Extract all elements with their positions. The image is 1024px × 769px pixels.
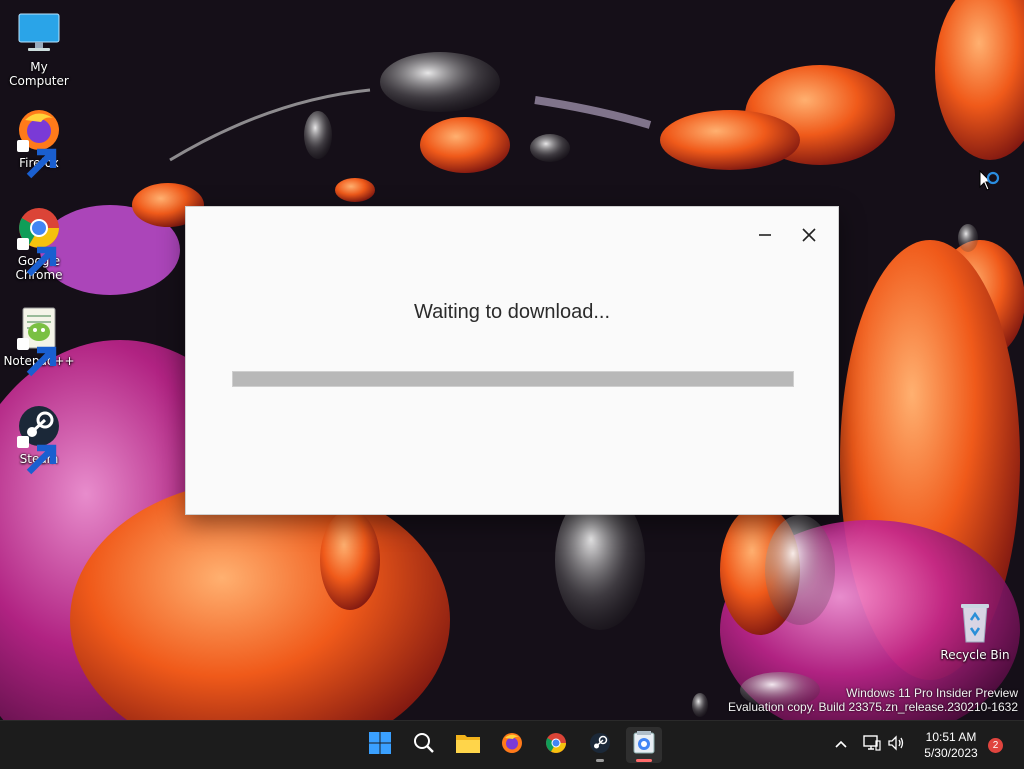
- windows-watermark: Windows 11 Pro Insider Preview Evaluatio…: [728, 686, 1018, 714]
- monitor-icon: [15, 10, 63, 58]
- minimize-icon: [758, 227, 772, 246]
- folder-icon: [455, 732, 481, 758]
- chrome-icon: [15, 204, 63, 277]
- desktop-icon-label: Recycle Bin: [940, 648, 1010, 662]
- taskbar-installer[interactable]: [626, 727, 662, 763]
- desktop-icon-steam[interactable]: Steam: [1, 402, 77, 475]
- taskbar-steam[interactable]: [582, 727, 618, 763]
- installer-icon: [631, 730, 657, 760]
- steam-icon: [588, 731, 612, 759]
- watermark-line-edition: Windows 11 Pro Insider Preview: [846, 686, 1018, 700]
- shortcut-arrow-icon: [17, 238, 57, 277]
- firefox-icon: [15, 106, 63, 179]
- shortcut-arrow-icon: [17, 436, 57, 475]
- steam-icon: [15, 402, 63, 475]
- active-indicator: [636, 759, 652, 762]
- chrome-icon: [544, 731, 568, 759]
- close-icon: [802, 227, 816, 246]
- notification-badge[interactable]: 2: [988, 738, 1003, 753]
- notepadpp-icon: [15, 304, 63, 377]
- search-icon: [412, 731, 436, 759]
- shortcut-arrow-icon: [17, 140, 57, 179]
- desktop-icon-recycle-bin[interactable]: Recycle Bin: [937, 598, 1013, 662]
- taskbar: 10:51 AM 5/30/2023 2: [0, 720, 1024, 769]
- desktop-icon-notepadpp[interactable]: Notepad++: [1, 304, 77, 377]
- shortcut-arrow-icon: [17, 338, 57, 377]
- chevron-up-icon: [834, 736, 848, 755]
- busy-cursor-icon: [979, 169, 1005, 202]
- desktop-icon-firefox[interactable]: Firefox: [1, 106, 77, 179]
- running-indicator: [596, 759, 604, 762]
- taskbar-file-explorer[interactable]: [450, 727, 486, 763]
- taskbar-clock[interactable]: 10:51 AM 5/30/2023: [914, 729, 988, 761]
- desktop-icon-my-computer[interactable]: My Computer: [1, 10, 77, 88]
- start-button[interactable]: [362, 727, 398, 763]
- desktop-icon-google-chrome[interactable]: Google Chrome: [1, 204, 77, 282]
- taskbar-chrome[interactable]: [538, 727, 574, 763]
- desktop-icon-label: My Computer: [9, 60, 69, 88]
- minimize-button[interactable]: [748, 221, 782, 251]
- network-icon: [863, 735, 881, 755]
- watermark-line-build: Evaluation copy. Build 23375.zn_release.…: [728, 700, 1018, 714]
- windows-start-icon: [368, 731, 392, 759]
- tray-volume-button[interactable]: [885, 734, 907, 756]
- taskbar-firefox[interactable]: [494, 727, 530, 763]
- download-progress-bar: [232, 371, 794, 387]
- close-button[interactable]: [792, 221, 826, 251]
- tray-overflow-button[interactable]: [830, 734, 852, 756]
- firefox-icon: [500, 731, 524, 759]
- download-status-text: Waiting to download...: [413, 301, 611, 323]
- clock-date: 5/30/2023: [924, 746, 978, 760]
- recycle-bin-icon: [951, 598, 999, 646]
- tray-network-button[interactable]: [861, 734, 883, 756]
- search-button[interactable]: [406, 727, 442, 763]
- volume-icon: [887, 735, 905, 755]
- clock-time: 10:51 AM: [925, 730, 977, 744]
- download-dialog: Waiting to download...: [185, 206, 839, 515]
